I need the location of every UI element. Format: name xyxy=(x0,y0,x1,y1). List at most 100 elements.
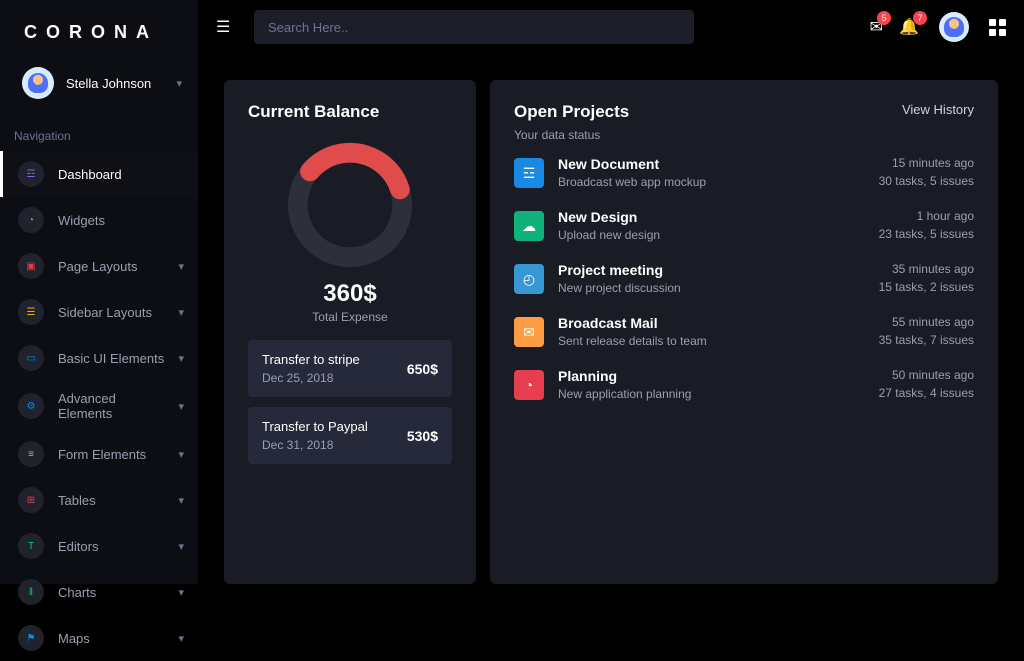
sidebar-item-layouts[interactable]: ▣ Page Layouts ▾ xyxy=(0,243,198,289)
topbar-avatar[interactable] xyxy=(939,12,969,42)
project-icon: ☲ xyxy=(514,158,544,188)
project-item[interactable]: ✉ Broadcast Mail Sent release details to t… xyxy=(514,315,974,348)
view-history-link[interactable]: View History xyxy=(902,102,974,117)
sidebar-item-forms[interactable]: ≡ Form Elements ▾ xyxy=(0,431,198,477)
chevron-down-icon: ▾ xyxy=(178,586,184,599)
profile-name: Stella Johnson xyxy=(66,76,164,91)
project-title: New Design xyxy=(558,209,865,225)
project-desc: New project discussion xyxy=(558,281,865,295)
chevron-down-icon: ▾ xyxy=(176,77,182,90)
transfer-row[interactable]: Transfer to stripe Dec 25, 2018 650$ xyxy=(248,340,452,397)
sidebar-item-label: Basic UI Elements xyxy=(58,351,164,366)
main: ☰ ✉ 5 🔔 7 Current Balance xyxy=(198,0,1024,584)
menu-toggle-icon[interactable]: ☰ xyxy=(216,17,238,37)
sidebar-item-label: Page Layouts xyxy=(58,259,164,274)
editors-icon: T xyxy=(18,533,44,559)
nav-section-label: Navigation xyxy=(0,111,198,151)
layouts-icon: ▣ xyxy=(18,253,44,279)
logo: CORONA xyxy=(0,0,198,57)
sidebar-item-label: Widgets xyxy=(58,213,184,228)
balance-sub: Total Expense xyxy=(312,310,387,324)
projects-title: Open Projects xyxy=(514,102,629,122)
sidebar-item-editors[interactable]: T Editors ▾ xyxy=(0,523,198,569)
content: Current Balance 360$ Total Expense Trans… xyxy=(198,54,1024,584)
project-title: Planning xyxy=(558,368,865,384)
project-title: Broadcast Mail xyxy=(558,315,865,331)
transfer-amount: 530$ xyxy=(407,428,438,444)
project-time: 55 minutes ago xyxy=(879,315,974,329)
project-title: New Document xyxy=(558,156,865,172)
project-icon: ◴ xyxy=(514,264,544,294)
project-time: 1 hour ago xyxy=(879,209,974,223)
sidebar-item-label: Charts xyxy=(58,585,164,600)
sidebar-item-sidebar[interactable]: ☰ Sidebar Layouts ▾ xyxy=(0,289,198,335)
project-item[interactable]: ☁ New Design Upload new design 1 hour ago 23… xyxy=(514,209,974,242)
chevron-down-icon: ▾ xyxy=(178,306,184,319)
project-meta: 15 tasks, 2 issues xyxy=(879,280,974,294)
chevron-down-icon: ▾ xyxy=(178,260,184,273)
topbar: ☰ ✉ 5 🔔 7 xyxy=(198,0,1024,54)
sidebar-item-label: Dashboard xyxy=(58,167,184,182)
dashboard-icon: ☲ xyxy=(18,161,44,187)
sidebar-item-advanced[interactable]: ⚙ Advanced Elements ▾ xyxy=(0,381,198,431)
forms-icon: ≡ xyxy=(18,441,44,467)
tables-icon: ⊞ xyxy=(18,487,44,513)
project-time: 50 minutes ago xyxy=(879,368,974,382)
project-time: 35 minutes ago xyxy=(879,262,974,276)
bell-icon[interactable]: 🔔 7 xyxy=(899,17,919,37)
chevron-down-icon: ▾ xyxy=(178,352,184,365)
project-desc: Upload new design xyxy=(558,228,865,242)
transfer-date: Dec 25, 2018 xyxy=(262,371,360,385)
project-item[interactable]: ◴ Project meeting New project discussion 35… xyxy=(514,262,974,295)
nav: ☲ Dashboard ◔ Widgets ▣ Page Layouts ▾ ☰ Sidebar… xyxy=(0,151,198,661)
project-desc: New application planning xyxy=(558,387,865,401)
sidebar-item-label: Editors xyxy=(58,539,164,554)
sidebar-item-dashboard[interactable]: ☲ Dashboard xyxy=(0,151,198,197)
chevron-down-icon: ▾ xyxy=(178,540,184,553)
transfers: Transfer to stripeDec 25, 2018650$Transf… xyxy=(248,340,452,464)
sidebar-item-basic[interactable]: ▭Basic UI Elements▾ xyxy=(0,335,198,381)
project-icon: ◔ xyxy=(514,370,544,400)
sidebar-item-widgets[interactable]: ◔ Widgets xyxy=(0,197,198,243)
advanced-icon: ⚙ xyxy=(18,393,44,419)
project-time: 15 minutes ago xyxy=(879,156,974,170)
chevron-down-icon: ▾ xyxy=(178,494,184,507)
sidebar-item-charts[interactable]: ‖ Charts ▾ xyxy=(0,569,198,615)
sidebar-item-label: Tables xyxy=(58,493,164,508)
balance-title: Current Balance xyxy=(248,102,379,122)
sidebar-item-tables[interactable]: ⊞ Tables ▾ xyxy=(0,477,198,523)
sidebar-item-label: Form Elements xyxy=(58,447,164,462)
bell-badge: 7 xyxy=(913,11,927,25)
sidebar: CORONA Stella Johnson ▾ Navigation ☲ Dash… xyxy=(0,0,198,584)
apps-icon[interactable] xyxy=(989,19,1006,36)
project-item[interactable]: ☲ New Document Broadcast web app mockup 15 … xyxy=(514,156,974,189)
project-icon: ✉ xyxy=(514,317,544,347)
chevron-down-icon: ▾ xyxy=(178,448,184,461)
project-title: Project meeting xyxy=(558,262,865,278)
donut-chart xyxy=(281,136,419,274)
mail-icon[interactable]: ✉ 5 xyxy=(870,17,883,37)
project-meta: 23 tasks, 5 issues xyxy=(879,227,974,241)
sidebar-item-label: Advanced Elements xyxy=(58,391,164,421)
sidebar-icon: ☰ xyxy=(18,299,44,325)
projects-sub: Your data status xyxy=(514,128,629,142)
widgets-icon: ◔ xyxy=(18,207,44,233)
transfer-row[interactable]: Transfer to PaypalDec 31, 2018530$ xyxy=(248,407,452,464)
project-desc: Broadcast web app mockup xyxy=(558,175,865,189)
sidebar-item-label: Sidebar Layouts xyxy=(58,305,164,320)
chevron-down-icon: ▾ xyxy=(178,400,184,413)
project-desc: Sent release details to team xyxy=(558,334,865,348)
avatar xyxy=(22,67,54,99)
sidebar-item-maps[interactable]: ⚑Maps▾ xyxy=(0,615,198,661)
charts-icon: ‖ xyxy=(18,579,44,605)
profile-switcher[interactable]: Stella Johnson ▾ xyxy=(0,57,198,111)
search-input[interactable] xyxy=(254,10,694,44)
maps-icon: ⚑ xyxy=(18,625,44,651)
transfer-amount: 650$ xyxy=(407,361,438,377)
balance-amount: 360$ xyxy=(323,280,376,308)
project-item[interactable]: ◔ Planning New application planning 50 minu… xyxy=(514,368,974,401)
project-icon: ☁ xyxy=(514,211,544,241)
project-list: ☲ New Document Broadcast web app mockup 15 … xyxy=(514,156,974,401)
mail-badge: 5 xyxy=(877,11,891,25)
transfer-title: Transfer to stripe xyxy=(262,352,360,367)
